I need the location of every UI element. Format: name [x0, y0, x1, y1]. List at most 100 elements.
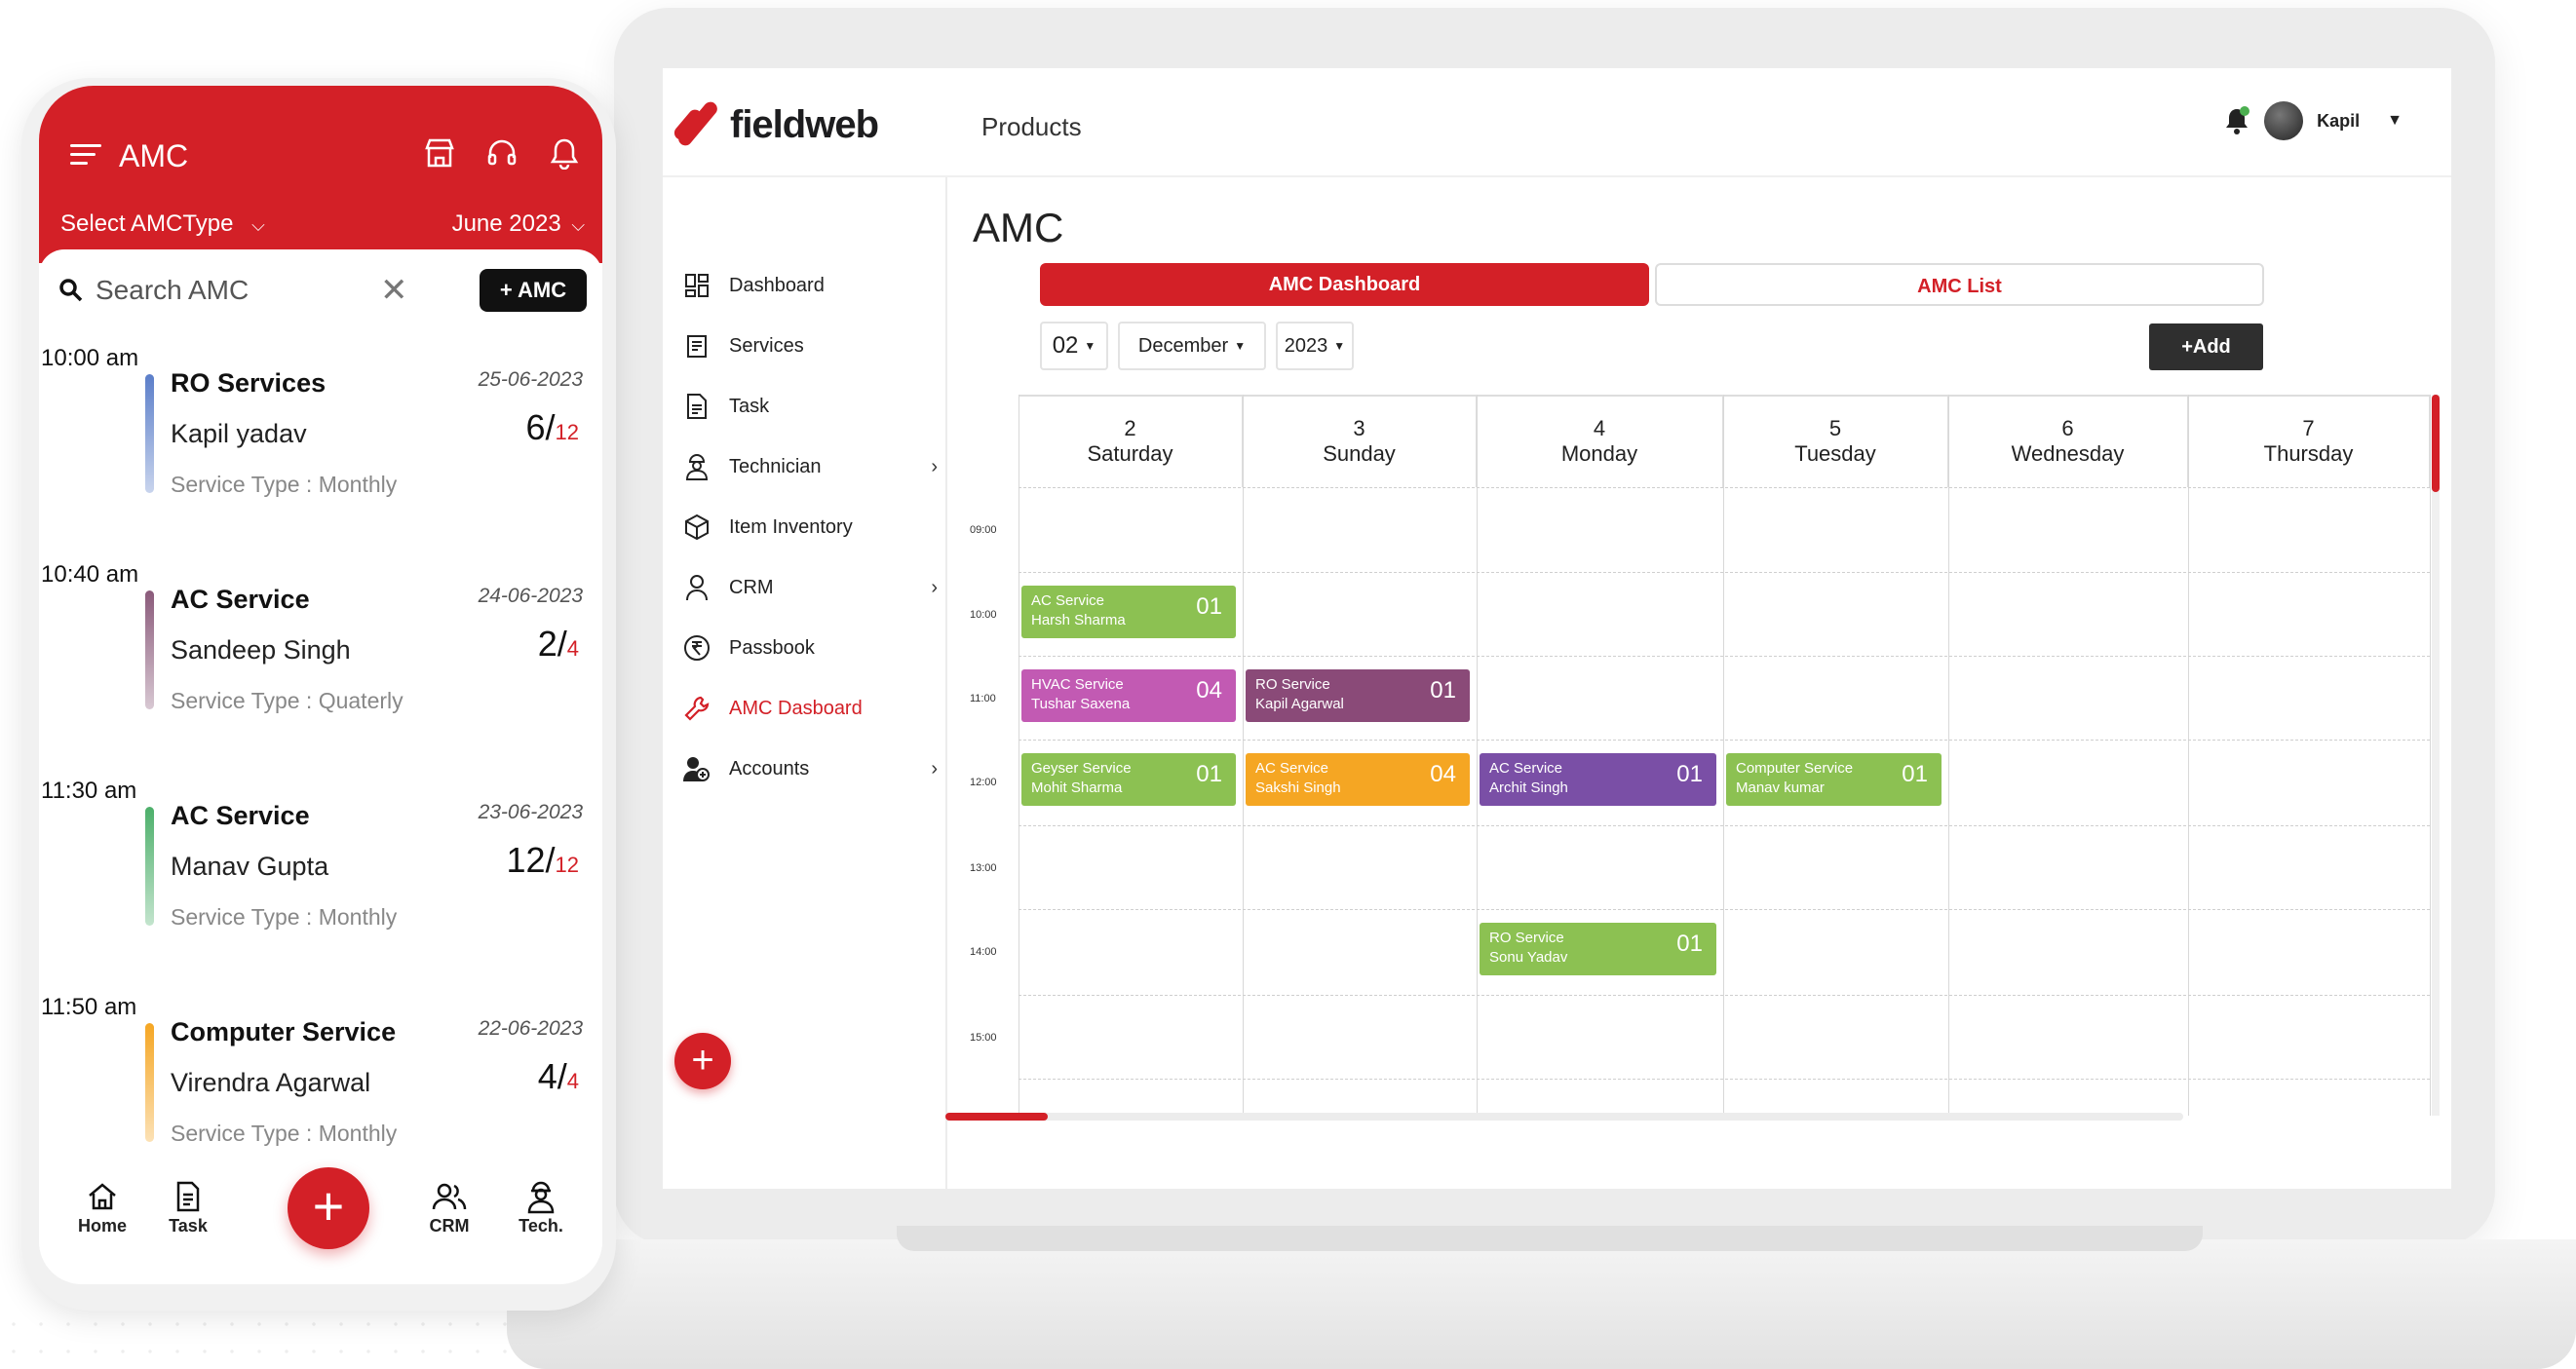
menu-icon[interactable] — [70, 144, 101, 166]
person-icon — [682, 573, 711, 602]
add-amc-button[interactable]: + AMC — [480, 269, 587, 312]
sidebar-item-services[interactable]: Services — [682, 316, 938, 376]
row-divider — [1019, 1079, 2430, 1080]
row-divider — [1019, 825, 2430, 826]
item-time: 11:30 am — [41, 778, 137, 804]
day-name: Monday — [1560, 441, 1638, 466]
tab-amc-dashboard[interactable]: AMC Dashboard — [1040, 263, 1649, 306]
nav-crm[interactable]: CRM — [405, 1177, 493, 1236]
item-color-bar — [145, 590, 154, 709]
list-item[interactable]: 10:40 am AC Service Sandeep Singh Service T… — [39, 561, 602, 766]
notification-bell-icon[interactable] — [2223, 106, 2250, 135]
event-count: 01 — [1196, 593, 1222, 620]
store-icon[interactable] — [423, 136, 456, 174]
sidebar-item-dashboard[interactable]: Dashboard — [682, 255, 938, 316]
nav-task[interactable]: Task — [144, 1177, 232, 1236]
item-service-type: Service Type : Quaterly — [171, 688, 404, 713]
item-service-type: Service Type : Monthly — [171, 904, 398, 930]
horizontal-scroll-thumb[interactable] — [945, 1113, 1048, 1121]
year-select[interactable]: 2023 ▼ — [1276, 322, 1354, 370]
add-button[interactable]: +Add — [2149, 323, 2263, 370]
day-header-wednesday: 6 Wednesday — [1948, 395, 2188, 487]
user-menu-caret-icon[interactable]: ▼ — [2387, 112, 2403, 130]
add-fab-button[interactable]: + — [288, 1167, 369, 1249]
sidebar-item-technician[interactable]: Technician › — [682, 437, 938, 497]
horizontal-scrollbar[interactable] — [945, 1113, 2183, 1121]
row-divider — [1019, 487, 2430, 488]
time-label: 10:00 — [970, 609, 997, 621]
nav-crm-label: CRM — [429, 1216, 470, 1236]
day-header-sunday: 3 Sunday — [1243, 395, 1477, 487]
brand-logo[interactable]: fieldweb — [672, 95, 879, 154]
sidebar-item-crm[interactable]: CRM › — [682, 557, 938, 618]
phone-title: AMC — [119, 138, 189, 173]
time-label: 14:00 — [970, 946, 997, 958]
item-customer: Virendra Agarwal — [171, 1068, 371, 1097]
item-color-bar — [145, 1023, 154, 1142]
calendar-event[interactable]: RO Service Kapil Agarwal 01 — [1246, 669, 1470, 722]
search-input[interactable]: Search AMC — [96, 275, 249, 306]
item-date: 22-06-2023 — [478, 1017, 583, 1040]
search-bar[interactable]: Search AMC — [58, 275, 249, 306]
header-title[interactable]: Products — [981, 112, 1082, 142]
technician-icon — [497, 1177, 585, 1216]
sidebar-item-amc-dasboard[interactable]: AMC Dasboard — [682, 678, 938, 739]
user-name[interactable]: Kapil — [2317, 111, 2360, 132]
sidebar-item-task[interactable]: Task — [682, 376, 938, 437]
vertical-scroll-thumb[interactable] — [2432, 395, 2440, 492]
item-done: 12 — [506, 840, 546, 880]
vertical-scrollbar[interactable] — [2432, 395, 2440, 1116]
laptop-screen: fieldweb Products Kapil ▼ Dashboard Servi… — [663, 68, 2451, 1189]
calendar-event[interactable]: HVAC Service Tushar Saxena 04 — [1021, 669, 1236, 722]
list-item[interactable]: 10:00 am RO Services Kapil yadav Service Ty… — [39, 345, 602, 550]
item-time: 11:50 am — [41, 994, 137, 1020]
task-icon — [682, 392, 711, 421]
month-picker[interactable]: June 2023 ⌵ — [452, 210, 585, 238]
dashboard-icon — [682, 271, 711, 300]
avatar[interactable] — [2264, 101, 2304, 140]
nav-home[interactable]: Home — [58, 1177, 146, 1236]
year-select-value: 2023 — [1284, 334, 1328, 357]
day-name: Wednesday — [2011, 441, 2125, 466]
item-service: AC Service — [171, 585, 310, 614]
amc-type-select[interactable]: Select AMCType ⌵ — [60, 210, 265, 238]
add-fab-button[interactable]: + — [674, 1033, 731, 1089]
sidebar-item-item-inventory[interactable]: Item Inventory — [682, 497, 938, 557]
calendar-event[interactable]: AC Service Harsh Sharma 01 — [1021, 586, 1236, 638]
headset-icon[interactable] — [485, 136, 519, 174]
calendar-event[interactable]: RO Service Sonu Yadav 01 — [1480, 923, 1716, 975]
laptop-notch — [897, 1226, 2203, 1251]
calendar-event[interactable]: Computer Service Manav kumar 01 — [1726, 753, 1942, 806]
day-name: Sunday — [1323, 441, 1396, 466]
month-select[interactable]: December ▼ — [1118, 322, 1266, 370]
calendar-event[interactable]: Geyser Service Mohit Sharma 01 — [1021, 753, 1236, 806]
day-number: 7 — [2302, 416, 2315, 440]
sidebar-nav: Dashboard Services Task Technician › Item Inv… — [682, 255, 938, 799]
calendar-event[interactable]: AC Service Archit Singh 01 — [1480, 753, 1716, 806]
row-divider — [1019, 656, 2430, 657]
sidebar: Dashboard Services Task Technician › Item Inv… — [663, 177, 947, 1189]
tab-amc-list[interactable]: AMC List — [1655, 263, 2264, 306]
day-select[interactable]: 02 ▼ — [1040, 322, 1108, 370]
search-icon — [59, 279, 83, 302]
services-icon — [682, 331, 711, 361]
list-item[interactable]: 11:30 am AC Service Manav Gupta Service Typ… — [39, 778, 602, 982]
column-divider — [1477, 395, 1478, 1116]
item-date: 23-06-2023 — [478, 801, 583, 823]
item-customer: Sandeep Singh — [171, 635, 351, 665]
sidebar-item-accounts[interactable]: Accounts › — [682, 739, 938, 799]
technician-icon — [682, 452, 711, 481]
column-divider — [1243, 395, 1244, 1116]
nav-tech[interactable]: Tech. — [497, 1177, 585, 1236]
day-header-thursday: 7 Thursday — [2188, 395, 2430, 487]
month-select-value: December — [1137, 334, 1229, 357]
bell-icon[interactable] — [548, 136, 581, 174]
calendar-event[interactable]: AC Service Sakshi Singh 04 — [1246, 753, 1470, 806]
brand-name: fieldweb — [730, 102, 879, 146]
item-customer: Kapil yadav — [171, 419, 307, 448]
day-header-monday: 4 Monday — [1477, 395, 1723, 487]
chevron-down-icon: ⌵ — [251, 215, 265, 235]
close-icon[interactable]: ✕ — [380, 271, 408, 310]
sidebar-item-passbook[interactable]: Passbook — [682, 618, 938, 678]
sidebar-item-label: Passbook — [729, 636, 815, 659]
